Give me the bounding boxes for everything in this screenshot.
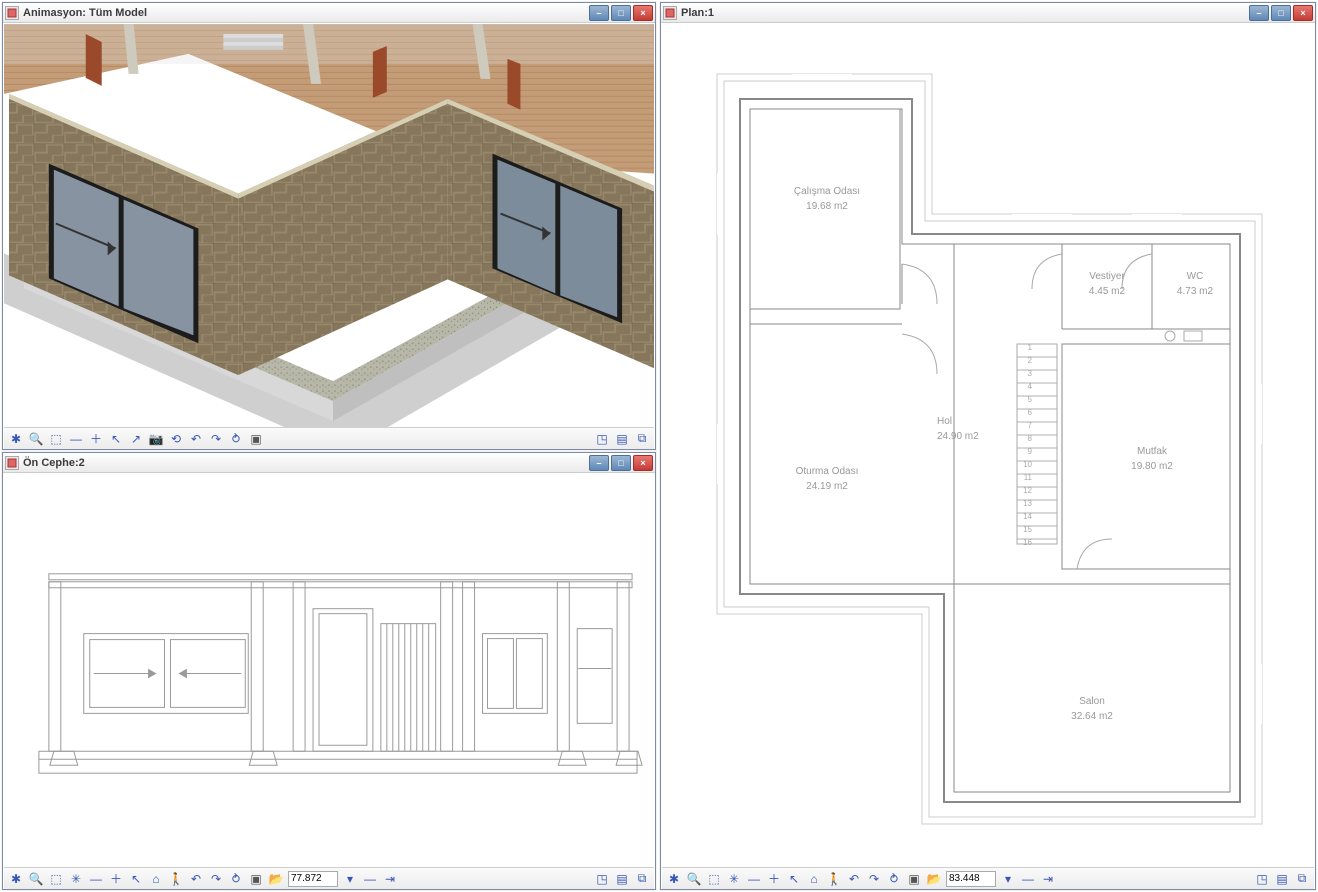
app-icon xyxy=(5,6,19,20)
dock-icon[interactable]: ⧉ xyxy=(634,871,650,887)
pan-diag-icon[interactable]: ↖ xyxy=(786,871,802,887)
zoom-region-icon[interactable]: ⬚ xyxy=(48,431,64,447)
refresh-icon[interactable]: ⥁ xyxy=(228,431,244,447)
pan-cross-icon[interactable]: ＋ xyxy=(766,871,782,887)
plan-toolbar: ✱ 🔍 ⬚ ✳ — ＋ ↖ ⌂ 🚶 ↶ ↷ ⥁ ▣ 📂 ▾ — ⇥ ◳ ▤ ⧉ xyxy=(662,867,1314,889)
plan-title: Plan:1 xyxy=(681,7,714,19)
oncephe-viewport[interactable] xyxy=(4,474,654,867)
record-icon[interactable]: ▣ xyxy=(248,431,264,447)
dropdown-icon[interactable]: ▾ xyxy=(342,871,358,887)
home-icon[interactable]: ⌂ xyxy=(148,871,164,887)
dash-icon[interactable]: — xyxy=(1020,871,1036,887)
dock-icon[interactable]: ⧉ xyxy=(634,431,650,447)
minimize-button[interactable]: – xyxy=(1249,5,1269,21)
cube-icon[interactable]: ◳ xyxy=(594,431,610,447)
star2-icon[interactable]: ✳ xyxy=(68,871,84,887)
oncephe-titlebar[interactable]: Ön Cephe:2 – □ × xyxy=(3,453,655,473)
dock-icon[interactable]: ⧉ xyxy=(1294,871,1310,887)
link-icon[interactable]: ⇥ xyxy=(382,871,398,887)
redo-icon[interactable]: ↷ xyxy=(208,431,224,447)
folder-icon[interactable]: 📂 xyxy=(926,871,942,887)
minimize-button[interactable]: – xyxy=(589,5,609,21)
close-button[interactable]: × xyxy=(633,5,653,21)
maximize-button[interactable]: □ xyxy=(1271,5,1291,21)
pan-left-icon[interactable]: — xyxy=(68,431,84,447)
undo-icon[interactable]: ↶ xyxy=(188,431,204,447)
pan-cross-icon[interactable]: ＋ xyxy=(88,431,104,447)
app-icon xyxy=(5,456,19,470)
pan-diag-icon[interactable]: ↖ xyxy=(128,871,144,887)
layers-icon[interactable]: ▤ xyxy=(614,871,630,887)
star-icon[interactable]: ✱ xyxy=(8,871,24,887)
refresh-icon[interactable]: ⥁ xyxy=(228,871,244,887)
zoom-icon[interactable]: 🔍 xyxy=(686,871,702,887)
star2-icon[interactable]: ✳ xyxy=(726,871,742,887)
cube-icon[interactable]: ◳ xyxy=(594,871,610,887)
star-icon[interactable]: ✱ xyxy=(8,431,24,447)
close-button[interactable]: × xyxy=(1293,5,1313,21)
undo-icon[interactable]: ↶ xyxy=(188,871,204,887)
star-icon[interactable]: ✱ xyxy=(666,871,682,887)
link-icon[interactable]: ⇥ xyxy=(1040,871,1056,887)
undo-icon[interactable]: ↶ xyxy=(846,871,862,887)
folder-icon[interactable]: 📂 xyxy=(268,871,284,887)
zoom-icon[interactable]: 🔍 xyxy=(28,871,44,887)
refresh-icon[interactable]: ⥁ xyxy=(886,871,902,887)
plan-value-input[interactable] xyxy=(946,871,996,887)
home-icon[interactable]: ⌂ xyxy=(806,871,822,887)
rotate-icon[interactable]: ⟲ xyxy=(168,431,184,447)
maximize-button[interactable]: □ xyxy=(611,5,631,21)
close-button[interactable]: × xyxy=(633,455,653,471)
redo-icon[interactable]: ↷ xyxy=(866,871,882,887)
dropdown-icon[interactable]: ▾ xyxy=(1000,871,1016,887)
window-oncephe: Ön Cephe:2 – □ × xyxy=(2,452,656,890)
pan-left-icon[interactable]: — xyxy=(88,871,104,887)
window-plan: Plan:1 – □ × xyxy=(660,2,1316,890)
pan-cross-icon[interactable]: ＋ xyxy=(108,871,124,887)
cube-icon[interactable]: ◳ xyxy=(1254,871,1270,887)
pan-diag-icon[interactable]: ↖ xyxy=(108,431,124,447)
camera-icon[interactable]: 📷 xyxy=(148,431,164,447)
animasyon-toolbar: ✱ 🔍 ⬚ — ＋ ↖ ↗ 📷 ⟲ ↶ ↷ ⥁ ▣ ◳ ▤ ⧉ xyxy=(4,427,654,449)
plan-titlebar[interactable]: Plan:1 – □ × xyxy=(661,3,1315,23)
maximize-button[interactable]: □ xyxy=(611,455,631,471)
oncephe-value-input[interactable] xyxy=(288,871,338,887)
window-animasyon: Animasyon: Tüm Model – □ × xyxy=(2,2,656,450)
animasyon-viewport[interactable] xyxy=(4,24,654,427)
redo-icon[interactable]: ↷ xyxy=(208,871,224,887)
dash-icon[interactable]: — xyxy=(362,871,378,887)
oncephe-toolbar: ✱ 🔍 ⬚ ✳ — ＋ ↖ ⌂ 🚶 ↶ ↷ ⥁ ▣ 📂 ▾ — ⇥ ◳ ▤ ⧉ xyxy=(4,867,654,889)
animasyon-title: Animasyon: Tüm Model xyxy=(23,7,147,19)
zoom-region-icon[interactable]: ⬚ xyxy=(706,871,722,887)
pan-left-icon[interactable]: — xyxy=(746,871,762,887)
record-icon[interactable]: ▣ xyxy=(248,871,264,887)
minimize-button[interactable]: – xyxy=(589,455,609,471)
arrow-icon[interactable]: ↗ xyxy=(128,431,144,447)
walk-icon[interactable]: 🚶 xyxy=(168,871,184,887)
layers-icon[interactable]: ▤ xyxy=(614,431,630,447)
zoom-region-icon[interactable]: ⬚ xyxy=(48,871,64,887)
record-icon[interactable]: ▣ xyxy=(906,871,922,887)
animasyon-titlebar[interactable]: Animasyon: Tüm Model – □ × xyxy=(3,3,655,23)
oncephe-title: Ön Cephe:2 xyxy=(23,457,85,469)
plan-viewport[interactable]: Çalışma Odası 19.68 m2 Vestiyer 4.45 m2 … xyxy=(662,24,1314,867)
zoom-icon[interactable]: 🔍 xyxy=(28,431,44,447)
app-icon xyxy=(663,6,677,20)
walk-icon[interactable]: 🚶 xyxy=(826,871,842,887)
layers-icon[interactable]: ▤ xyxy=(1274,871,1290,887)
